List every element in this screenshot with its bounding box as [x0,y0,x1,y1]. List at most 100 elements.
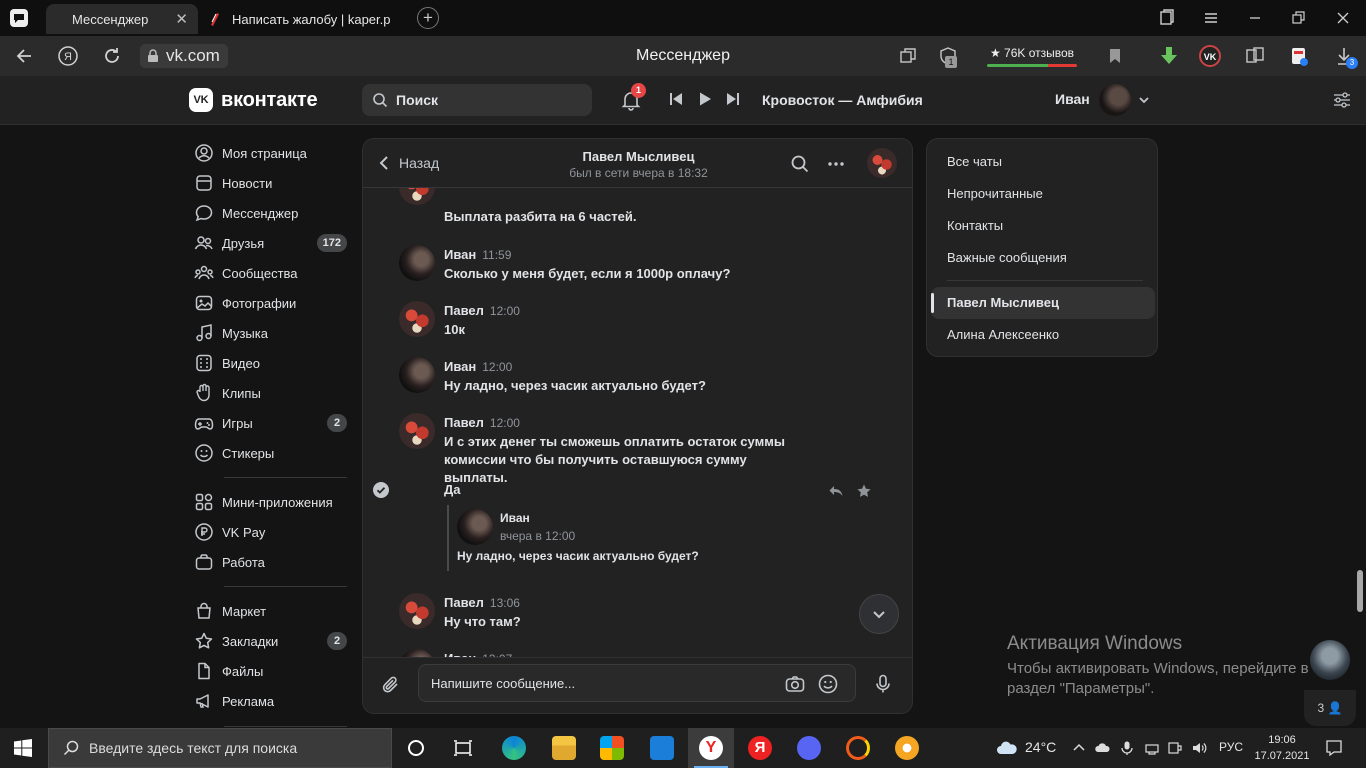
previous-track-icon[interactable] [668,91,684,107]
user-name[interactable]: Иван [1055,91,1090,107]
search-icon[interactable] [790,154,810,174]
reply-author[interactable]: Иван [500,511,530,525]
nav-communities[interactable]: Сообщества [189,258,349,288]
message-author[interactable]: Павел 13:06 [444,595,520,610]
task-view-icon[interactable] [451,736,475,760]
tabs-sync-icon[interactable] [897,45,919,67]
message-author[interactable]: Павел 12:00 [444,415,520,430]
extensions-icon[interactable] [1244,45,1266,67]
power-icon[interactable] [1167,740,1183,756]
message-author[interactable]: Павел 12:00 [444,303,520,318]
nav-messenger[interactable]: Мессенджер [189,198,349,228]
user-avatar[interactable] [1099,84,1131,116]
friends-online-widget[interactable]: 3 👤 [1304,690,1356,726]
camera-icon[interactable] [784,673,806,695]
vk-logo[interactable]: VK вконтакте [189,88,318,112]
message-author[interactable]: Иван 12:00 [444,359,512,374]
message-select-checkbox[interactable] [373,482,389,498]
reload-icon[interactable] [101,45,123,67]
windows-start-icon[interactable] [14,739,32,757]
message-author[interactable]: Иван 11:59 [444,247,511,262]
filter-contacts[interactable]: Контакты [947,218,1003,233]
volume-icon[interactable] [1191,740,1207,756]
nav-my-page[interactable]: Моя страница [189,138,349,168]
play-icon[interactable] [697,91,713,107]
nav-music[interactable]: Музыка [189,318,349,348]
tab-messenger[interactable]: Мессенджер ✕ [46,4,198,34]
star-icon[interactable] [856,483,872,499]
avatar[interactable] [399,593,435,629]
downloads-icon[interactable]: 3 [1333,45,1358,69]
taskbar-search[interactable]: Введите здесь текст для поиска [48,728,392,768]
close-window-icon[interactable] [1333,8,1353,28]
bookmarks-window-icon[interactable] [1156,8,1176,28]
url-field[interactable]: vk.com [140,44,228,68]
current-track[interactable]: Кровосток — Амфибия [762,92,923,108]
nav-video[interactable]: Видео [189,348,349,378]
chat-item-selected[interactable]: Павел Мысливец [931,287,1155,319]
new-tab-button[interactable]: + [417,7,439,29]
notification-center-icon[interactable] [1325,739,1343,757]
avatar[interactable] [399,413,435,449]
menu-icon[interactable] [1201,8,1221,28]
notes-extension-icon[interactable] [1288,45,1310,67]
minimize-icon[interactable] [1245,8,1265,28]
nav-mini-apps[interactable]: Мини-приложения [189,487,349,517]
avatar[interactable] [399,357,435,393]
nav-stickers[interactable]: Стикеры [189,438,349,468]
yandex-icon[interactable]: Я [57,45,79,67]
input-language[interactable]: РУС [1219,740,1243,754]
mail-icon[interactable] [650,736,674,760]
chevron-up-icon[interactable] [1071,740,1087,756]
protect-icon[interactable]: 1 [937,45,959,68]
forwarded-message[interactable]: Иван вчера в 12:00 Ну ладно, через часик… [447,505,747,571]
close-tab-icon[interactable]: ✕ [175,10,188,28]
onedrive-icon[interactable] [1095,740,1111,756]
vk-extension-icon[interactable]: VK [1199,45,1221,67]
more-icon[interactable] [826,154,846,174]
discord-icon[interactable] [797,736,821,760]
cortana-icon[interactable] [404,736,428,760]
nav-friends[interactable]: Друзья 172 [189,228,349,258]
nav-work[interactable]: Работа [189,547,349,577]
taskbar-clock[interactable]: 19:06 17.07.2021 [1254,732,1310,764]
chat-avatar[interactable] [867,148,897,178]
explorer-icon[interactable] [552,736,576,760]
reply-icon[interactable] [828,483,844,499]
nav-files[interactable]: Файлы [189,656,349,686]
reviews-widget[interactable]: ★ 76K отзывов [985,43,1079,69]
filter-important[interactable]: Важные сообщения [947,250,1067,265]
microphone-icon[interactable] [872,673,894,695]
friend-avatar[interactable] [1310,640,1350,680]
bookmark-icon[interactable] [1104,45,1126,67]
nav-market[interactable]: Маркет [189,596,349,626]
avatar[interactable] [457,509,493,545]
network-icon[interactable] [1144,740,1160,756]
tab-complaint[interactable]: Написать жалобу | kaper.p [206,4,412,34]
nav-news[interactable]: Новости [189,168,349,198]
settings-sliders-icon[interactable] [1332,90,1352,110]
nav-clips[interactable]: Клипы [189,378,349,408]
browser-menu-icon[interactable] [10,9,28,27]
nav-games[interactable]: Игры 2 [189,408,349,438]
avatar[interactable] [399,245,435,281]
emoji-icon[interactable] [817,673,839,695]
media-player-icon[interactable] [895,736,919,760]
speedtest-icon[interactable] [846,736,870,760]
edge-icon[interactable] [502,736,526,760]
filter-unread[interactable]: Непрочитанные [947,186,1043,201]
notifications-button[interactable]: 1 [620,83,646,111]
avatar[interactable] [399,301,435,337]
nav-vk-pay[interactable]: VK Pay [189,517,349,547]
paperclip-icon[interactable] [380,674,402,696]
store-icon[interactable] [600,736,624,760]
microphone-icon[interactable] [1119,740,1135,756]
nav-bookmarks[interactable]: Закладки 2 [189,626,349,656]
filter-all-chats[interactable]: Все чаты [947,154,1002,169]
nav-photos[interactable]: Фотографии [189,288,349,318]
download-green-icon[interactable] [1158,45,1180,67]
restore-icon[interactable] [1288,8,1308,28]
next-track-icon[interactable] [725,91,741,107]
page-scrollbar[interactable] [1357,570,1363,612]
chevron-down-icon[interactable] [1138,94,1150,106]
